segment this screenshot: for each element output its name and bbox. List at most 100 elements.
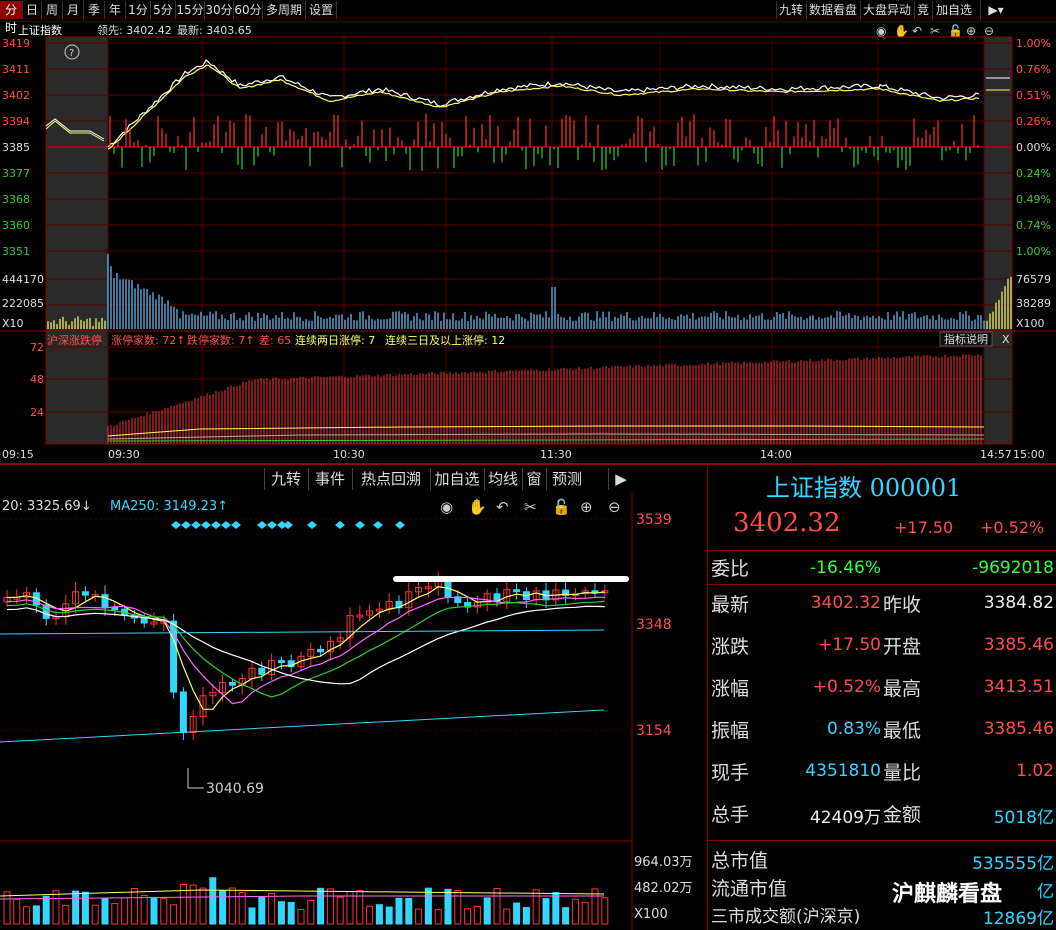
help-icon-glyph: ?: [69, 48, 74, 59]
avg-line: [107, 64, 980, 150]
kline-volume-bar: [395, 897, 403, 925]
kline-chart[interactable]: 20: 3325.69↓ MA250: 3149.23↑ ◉ ✋ ↶ ✂ 🔓 ⊕ ⊖ 3539 33…: [0, 492, 707, 930]
chart-tool-icon-0: ◉: [876, 24, 886, 38]
event-diamond-icon: [191, 521, 201, 529]
kline-volume-bar: [238, 892, 246, 925]
limit-tick: 48: [30, 373, 44, 386]
chart-tool-icon-5: ⊕: [966, 24, 976, 38]
tab-1[interactable]: 日: [23, 1, 42, 19]
right-tab-0[interactable]: 九转: [776, 1, 805, 19]
kline-tab-1[interactable]: 事件: [308, 468, 351, 490]
kline-volume-bar: [111, 903, 119, 925]
event-diamond-icon: [201, 521, 211, 529]
indicator-help-label: 指标说明: [944, 332, 988, 346]
kline-volume-bar: [375, 904, 383, 925]
kline-menu-icon[interactable]: ▶: [608, 468, 633, 490]
price-line: [107, 59, 980, 148]
kline-tab-3[interactable]: 加自选: [430, 468, 483, 490]
ma20-line: [6, 600, 605, 698]
kline-volume-bar: [513, 902, 521, 925]
kline-volume-bar: [189, 884, 197, 925]
kline-volume-bar: [121, 897, 129, 925]
quote-label-2: 涨幅: [711, 678, 750, 700]
kline-price-tick: 3539: [636, 512, 672, 528]
kline-volume-bar: [424, 887, 432, 925]
tab-12[interactable]: 设置: [306, 1, 337, 19]
kline-volume-bar: [81, 891, 89, 925]
price-tick: 3419: [2, 37, 30, 50]
right-tab-1[interactable]: 数据看盘: [806, 1, 859, 19]
kline-volume-bar: [473, 905, 481, 925]
ma120-line: [0, 629, 605, 635]
tab-3[interactable]: 月: [63, 1, 84, 19]
quote-title: 上证指数 000001: [766, 474, 962, 502]
limit-three-day: 连续三日及以上涨停: 12: [385, 333, 505, 347]
tab-0[interactable]: 分时: [0, 1, 23, 35]
mktcap-value: 535555亿: [972, 854, 1054, 874]
time-tick: 14:00: [760, 448, 792, 461]
kline-volume-bar: [366, 905, 374, 925]
kline-volume-bar: [258, 896, 266, 925]
tab-10[interactable]: 60分: [234, 1, 263, 19]
kline-volume-bar: [454, 889, 462, 925]
quote-value2-3: 3385.46: [983, 719, 1054, 739]
tab-9[interactable]: 30分: [205, 1, 234, 19]
right-tab-4[interactable]: 加自选: [932, 1, 975, 19]
price-tick: 3402: [2, 89, 30, 102]
kline-tab-4[interactable]: 均线: [484, 468, 521, 490]
kline-tab-5[interactable]: 窗: [522, 468, 545, 490]
time-tick: 09:30: [108, 448, 140, 461]
kline-volume-bar: [571, 898, 579, 925]
right-tab-2[interactable]: 大盘异动: [860, 1, 913, 19]
ma250-label: MA250: 3149.23↑: [110, 499, 228, 514]
weibi-value: -16.46%: [810, 558, 881, 578]
kline-volume-bar: [552, 892, 560, 925]
ma60-line: [6, 605, 605, 685]
pct-tick: 0.74%: [1016, 219, 1051, 232]
kline-tool-icon-5: ⊕: [580, 498, 593, 516]
quote-label-4: 现手: [711, 762, 750, 784]
price-tick: 3394: [2, 115, 30, 128]
tab-8[interactable]: 15分: [176, 1, 205, 19]
tab-11[interactable]: 多周期: [263, 1, 306, 19]
quote-label-3: 振幅: [711, 720, 750, 742]
candle: [111, 607, 119, 611]
quote-label-0: 最新: [711, 594, 750, 616]
kline-volume-bar: [42, 895, 50, 925]
kline-volume-bar: [3, 891, 11, 925]
quote-label2-4: 量比: [883, 762, 922, 784]
quote-value2-5: 5018亿: [993, 808, 1054, 828]
menu-icon[interactable]: ▶▾: [980, 1, 1011, 19]
kline-tab-6[interactable]: 预测: [546, 468, 587, 490]
kline-volume-bar: [219, 890, 227, 925]
time-tick: 09:15: [2, 448, 34, 461]
quote-value2-4: 1.02: [1016, 761, 1054, 781]
limit-diff: 差: 65: [259, 333, 291, 347]
tab-2[interactable]: 周: [42, 1, 63, 19]
limit-tick: 72: [30, 341, 44, 354]
right-tab-3[interactable]: 竞: [914, 1, 931, 19]
vol-tick: 444170: [2, 273, 44, 286]
quote-value2-2: 3413.51: [983, 677, 1054, 697]
watermark: 沪麒麟看盘: [892, 882, 1003, 907]
latest-value: 最新: 3403.65: [177, 23, 252, 37]
price-tick: 3385: [2, 141, 30, 154]
tab-4[interactable]: 季: [84, 1, 105, 19]
kline-volume-bar: [483, 897, 491, 925]
tab-5[interactable]: 年: [105, 1, 126, 19]
kline-tab-0[interactable]: 九转: [264, 468, 307, 490]
time-tick: 14:57: [980, 448, 1012, 461]
quote-value2-1: 3385.46: [983, 635, 1054, 655]
kline-volume-bar: [72, 890, 80, 925]
kline-volume-bar: [277, 901, 285, 925]
tab-7[interactable]: 5分: [151, 1, 176, 19]
kline-volume-bar: [336, 896, 344, 925]
tab-6[interactable]: 1分: [126, 1, 151, 19]
intraday-title: 上证指数: [18, 23, 62, 37]
quote-price: 3402.32: [733, 508, 841, 538]
event-diamond-icon: [355, 521, 365, 529]
price-tick: 3351: [2, 245, 30, 258]
event-diamond-icon: [171, 521, 181, 529]
intraday-chart[interactable]: 上证指数 领先: 3402.42 最新: 3403.65? ◉ ✋ ↶ ✂ 🔓 ⊕ ⊖ 3419 1…: [0, 21, 1056, 466]
kline-tab-2[interactable]: 热点回溯: [352, 468, 429, 490]
